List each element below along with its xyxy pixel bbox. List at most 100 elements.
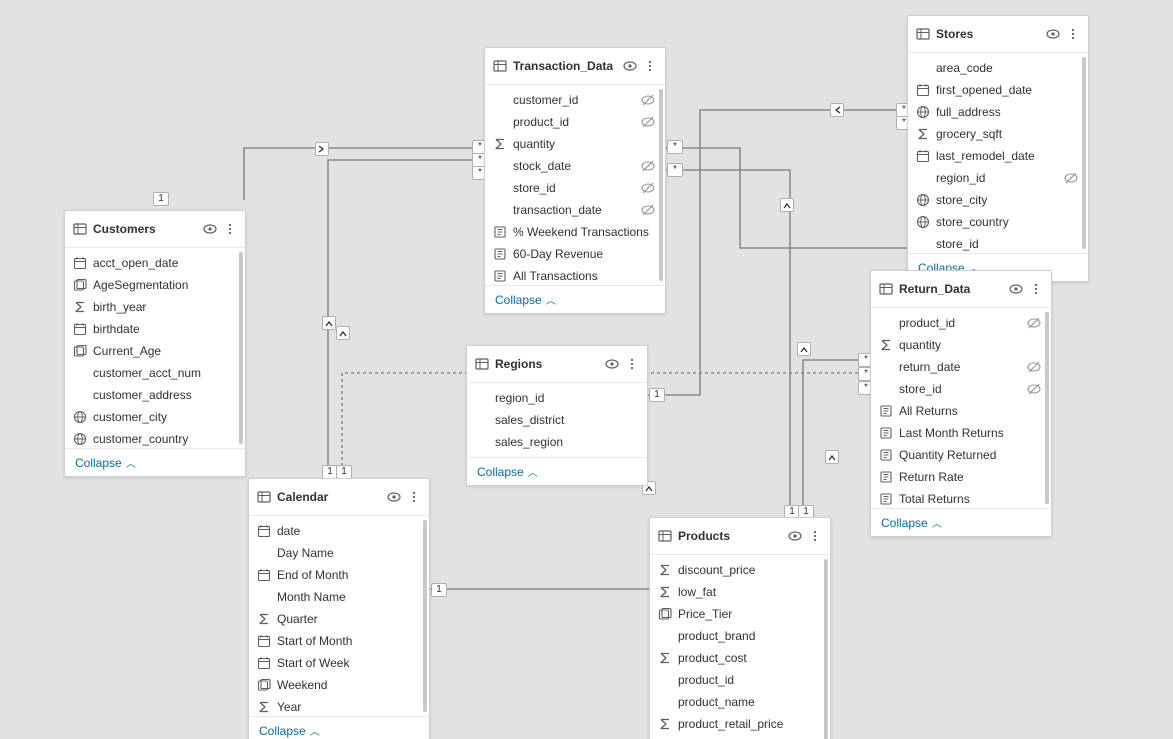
more-options-icon[interactable] <box>1066 27 1080 41</box>
field-row[interactable]: product_retail_price <box>650 713 830 735</box>
table-header[interactable]: Regions <box>467 346 647 383</box>
more-options-icon[interactable] <box>1029 282 1043 296</box>
collapse-button[interactable]: Collapse︿ <box>495 292 556 307</box>
scrollbar[interactable] <box>1082 57 1086 249</box>
field-row[interactable]: discount_price <box>650 559 830 581</box>
field-row[interactable]: low_fat <box>650 581 830 603</box>
more-options-icon[interactable] <box>808 529 822 543</box>
field-row[interactable]: Quantity Returned <box>871 444 1051 466</box>
field-row[interactable]: Price_Tier <box>650 603 830 625</box>
field-row[interactable]: Start of Week <box>249 652 429 674</box>
field-row[interactable]: Weekend <box>249 674 429 696</box>
field-row[interactable]: customer_address <box>65 384 245 406</box>
field-row[interactable]: acct_open_date <box>65 252 245 274</box>
table-stores[interactable]: Stores area_codefirst_opened_datefull_add… <box>907 15 1089 282</box>
table-header[interactable]: Products <box>650 518 830 555</box>
collapse-button[interactable]: Collapse︿ <box>75 455 136 470</box>
visibility-icon[interactable] <box>605 357 619 371</box>
scrollbar[interactable] <box>824 559 828 739</box>
field-row[interactable]: 60-Day Revenue <box>485 243 665 265</box>
field-row[interactable]: region_id <box>908 167 1088 189</box>
field-row[interactable]: sales_district <box>467 409 647 431</box>
visibility-icon[interactable] <box>1046 27 1060 41</box>
field-row[interactable]: AgeSegmentation <box>65 274 245 296</box>
field-row[interactable]: Total Returns <box>871 488 1051 508</box>
collapse-button[interactable]: Collapse︿ <box>259 723 320 738</box>
collapse-button[interactable]: Collapse︿ <box>881 515 942 530</box>
field-row[interactable]: grocery_sqft <box>908 123 1088 145</box>
visibility-icon[interactable] <box>788 529 802 543</box>
field-row[interactable]: % Weekend Transactions <box>485 221 665 243</box>
field-row[interactable]: Start of Month <box>249 630 429 652</box>
field-row[interactable]: store_country <box>908 211 1088 233</box>
field-row[interactable]: All Transactions <box>485 265 665 285</box>
globe-icon <box>916 193 930 207</box>
table-regions[interactable]: Regions region_idsales_districtsales_regi… <box>466 345 648 486</box>
field-row[interactable]: All Returns <box>871 400 1051 422</box>
field-row[interactable]: customer_id <box>485 89 665 111</box>
field-row[interactable]: birth_year <box>65 296 245 318</box>
table-header[interactable]: Customers <box>65 211 245 248</box>
field-row[interactable]: area_code <box>908 57 1088 79</box>
visibility-icon[interactable] <box>387 490 401 504</box>
field-row[interactable]: quantity <box>871 334 1051 356</box>
field-row[interactable]: Day Name <box>249 542 429 564</box>
more-options-icon[interactable] <box>223 222 237 236</box>
field-row[interactable]: product_id <box>485 111 665 133</box>
field-row[interactable]: customer_country <box>65 428 245 448</box>
field-row[interactable]: store_id <box>908 233 1088 253</box>
field-row[interactable]: Year <box>249 696 429 716</box>
collapse-label: Collapse <box>75 456 122 470</box>
scrollbar[interactable] <box>659 89 663 281</box>
field-row[interactable]: product_id <box>871 312 1051 334</box>
field-row[interactable]: product_id <box>650 669 830 691</box>
field-row[interactable]: transaction_date <box>485 199 665 221</box>
field-row[interactable]: product_sku <box>650 735 830 739</box>
table-products[interactable]: Productsdiscount_pricelow_fatPrice_Tierp… <box>649 517 831 739</box>
table-customers[interactable]: Customersacct_open_dateAgeSegmentationbi… <box>64 210 246 477</box>
table-return_data[interactable]: Return_Data product_idquantityreturn_date… <box>870 270 1052 537</box>
table-header[interactable]: Return_Data <box>871 271 1051 308</box>
more-options-icon[interactable] <box>643 59 657 73</box>
field-row[interactable]: product_cost <box>650 647 830 669</box>
field-row[interactable]: store_id <box>485 177 665 199</box>
scrollbar[interactable] <box>423 520 427 712</box>
field-row[interactable]: region_id <box>467 387 647 409</box>
collapse-button[interactable]: Collapse︿ <box>477 464 538 479</box>
field-row[interactable]: quantity <box>485 133 665 155</box>
field-row[interactable]: Quarter <box>249 608 429 630</box>
field-row[interactable]: return_date <box>871 356 1051 378</box>
field-row[interactable]: product_name <box>650 691 830 713</box>
table-header[interactable]: Stores <box>908 16 1088 53</box>
table-header[interactable]: Transaction_Data <box>485 48 665 85</box>
field-row[interactable]: customer_acct_num <box>65 362 245 384</box>
visibility-icon[interactable] <box>623 59 637 73</box>
field-row[interactable]: Month Name <box>249 586 429 608</box>
visibility-icon[interactable] <box>1009 282 1023 296</box>
more-options-icon[interactable] <box>625 357 639 371</box>
field-row[interactable]: Current_Age <box>65 340 245 362</box>
table-header[interactable]: Calendar <box>249 479 429 516</box>
table-transaction[interactable]: Transaction_Data customer_idproduct_idqua… <box>484 47 666 314</box>
field-row[interactable]: birthdate <box>65 318 245 340</box>
field-row[interactable]: customer_city <box>65 406 245 428</box>
more-options-icon[interactable] <box>407 490 421 504</box>
field-row[interactable]: Return Rate <box>871 466 1051 488</box>
field-row[interactable]: stock_date <box>485 155 665 177</box>
visibility-icon[interactable] <box>203 222 217 236</box>
table-calendar[interactable]: Calendar dateDay NameEnd of MonthMonth Na… <box>248 478 430 739</box>
field-row[interactable]: product_brand <box>650 625 830 647</box>
field-row[interactable]: last_remodel_date <box>908 145 1088 167</box>
scrollbar[interactable] <box>1045 312 1049 504</box>
field-row[interactable]: store_id <box>871 378 1051 400</box>
field-row[interactable]: Last Month Returns <box>871 422 1051 444</box>
field-row[interactable]: date <box>249 520 429 542</box>
scrollbar[interactable] <box>239 252 243 444</box>
field-row[interactable]: sales_region <box>467 431 647 453</box>
filter-arrow-icon <box>336 326 350 340</box>
field-row[interactable]: full_address <box>908 101 1088 123</box>
field-row[interactable]: first_opened_date <box>908 79 1088 101</box>
field-row[interactable]: End of Month <box>249 564 429 586</box>
field-row[interactable]: store_city <box>908 189 1088 211</box>
table-title: Products <box>678 529 782 543</box>
